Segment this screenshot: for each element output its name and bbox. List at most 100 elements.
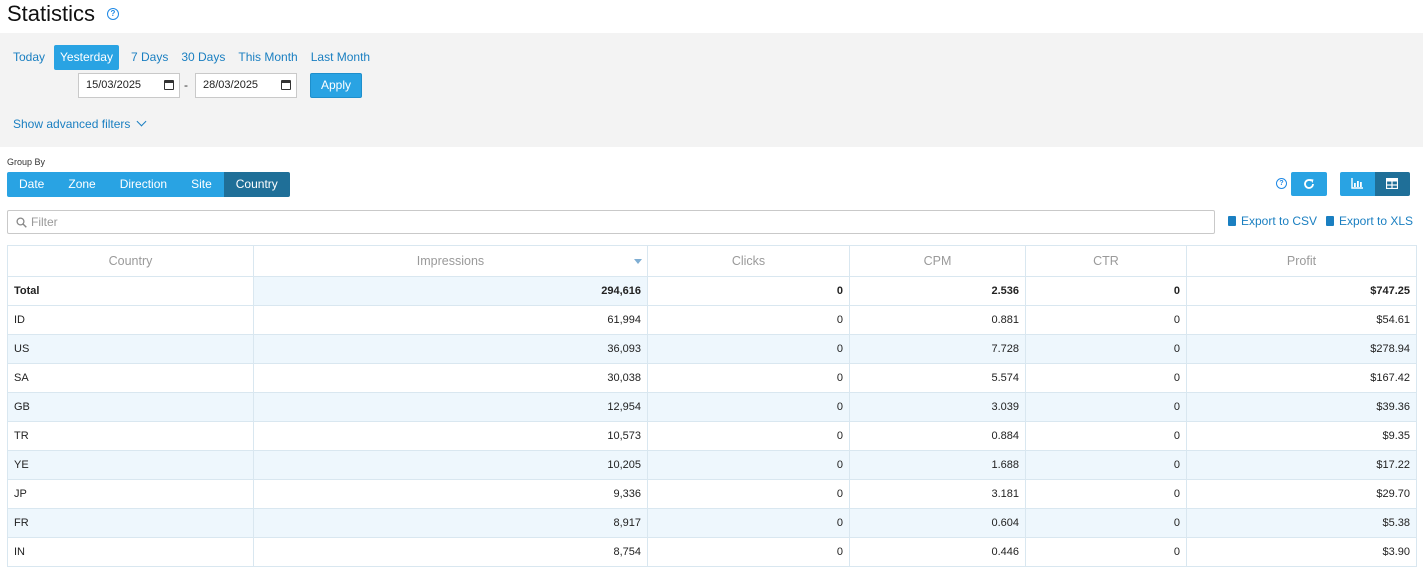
cell-ctr: 0 xyxy=(1025,392,1187,422)
bar-chart-icon xyxy=(1351,178,1363,189)
search-icon xyxy=(16,217,27,228)
cell-cpm: 3.181 xyxy=(849,479,1026,509)
cell-impressions: 8,917 xyxy=(253,508,648,538)
table-row: YE 10,205 0 1.688 0 $17.22 xyxy=(7,450,1417,480)
cell-ctr: 0 xyxy=(1025,537,1187,567)
export-csv-link[interactable]: Export to CSV xyxy=(1228,214,1317,228)
cell-clicks: 0 xyxy=(647,363,850,393)
end-date-value: 28/03/2025 xyxy=(203,79,259,91)
table-view-button[interactable] xyxy=(1375,172,1410,196)
column-header-country[interactable]: Country xyxy=(7,245,254,277)
range-tab-yesterday[interactable]: Yesterday xyxy=(54,45,119,70)
export-xls-link[interactable]: Export to XLS xyxy=(1326,214,1413,228)
cell-impressions: 9,336 xyxy=(253,479,648,509)
date-separator: - xyxy=(184,78,188,92)
cell-ctr: 0 xyxy=(1025,334,1187,364)
cell-profit: $747.25 xyxy=(1186,276,1417,306)
cell-country: FR xyxy=(7,508,254,538)
cell-country: TR xyxy=(7,421,254,451)
group-by-label: Group By xyxy=(7,157,46,167)
group-by-zone[interactable]: Zone xyxy=(56,172,108,197)
cell-profit: $29.70 xyxy=(1186,479,1417,509)
cell-ctr: 0 xyxy=(1025,305,1187,335)
table-row: ID 61,994 0 0.881 0 $54.61 xyxy=(7,305,1417,335)
cell-cpm: 2.536 xyxy=(849,276,1026,306)
column-header-clicks[interactable]: Clicks xyxy=(647,245,850,277)
start-date-value: 15/03/2025 xyxy=(86,79,142,91)
range-tab-today[interactable]: Today xyxy=(7,45,51,70)
cell-clicks: 0 xyxy=(647,421,850,451)
advanced-filters-label: Show advanced filters xyxy=(13,117,131,131)
page-title: Statistics xyxy=(7,1,96,26)
help-icon[interactable]: ? xyxy=(107,8,119,20)
column-header-ctr[interactable]: CTR xyxy=(1025,245,1187,277)
apply-button[interactable]: Apply xyxy=(310,73,362,98)
cell-clicks: 0 xyxy=(647,392,850,422)
cell-ctr: 0 xyxy=(1025,363,1187,393)
cell-profit: $9.35 xyxy=(1186,421,1417,451)
cell-cpm: 7.728 xyxy=(849,334,1026,364)
cell-ctr: 0 xyxy=(1025,421,1187,451)
refresh-icon xyxy=(1304,179,1314,189)
column-header-profit[interactable]: Profit xyxy=(1186,245,1417,277)
cell-ctr: 0 xyxy=(1025,508,1187,538)
group-by-country[interactable]: Country xyxy=(223,172,290,197)
filter-input[interactable] xyxy=(31,212,1201,232)
start-date-input[interactable]: 15/03/2025 xyxy=(78,73,180,98)
refresh-button[interactable] xyxy=(1291,172,1327,196)
view-toggle xyxy=(1340,172,1410,196)
cell-clicks: 0 xyxy=(647,276,850,306)
range-tab-last-month[interactable]: Last Month xyxy=(305,45,376,70)
file-excel-icon xyxy=(1326,216,1334,226)
cell-country: US xyxy=(7,334,254,364)
cell-impressions: 12,954 xyxy=(253,392,648,422)
table-row: SA 30,038 0 5.574 0 $167.42 xyxy=(7,363,1417,393)
table-grid-icon xyxy=(1386,178,1398,189)
cell-impressions: 61,994 xyxy=(253,305,648,335)
cell-profit: $39.36 xyxy=(1186,392,1417,422)
statistics-table: Country Impressions Clicks CPM CTR Profi… xyxy=(7,245,1417,567)
cell-clicks: 0 xyxy=(647,450,850,480)
cell-clicks: 0 xyxy=(647,334,850,364)
cell-impressions: 30,038 xyxy=(253,363,648,393)
table-header-row: Country Impressions Clicks CPM CTR Profi… xyxy=(7,245,1417,277)
cell-profit: $3.90 xyxy=(1186,537,1417,567)
advanced-filters-toggle[interactable]: Show advanced filters xyxy=(13,116,147,131)
date-range-tabs: Today Yesterday 7 Days 30 Days This Mont… xyxy=(7,45,377,70)
table-row: JP 9,336 0 3.181 0 $29.70 xyxy=(7,479,1417,509)
cell-country: SA xyxy=(7,363,254,393)
end-date-input[interactable]: 28/03/2025 xyxy=(195,73,297,98)
range-tab-this-month[interactable]: This Month xyxy=(232,45,303,70)
export-csv-label: Export to CSV xyxy=(1241,214,1318,228)
table-row: IN 8,754 0 0.446 0 $3.90 xyxy=(7,537,1417,567)
table-row: GB 12,954 0 3.039 0 $39.36 xyxy=(7,392,1417,422)
cell-clicks: 0 xyxy=(647,537,850,567)
group-by-site[interactable]: Site xyxy=(179,172,224,197)
range-tab-7-days[interactable]: 7 Days xyxy=(125,45,174,70)
cell-cpm: 3.039 xyxy=(849,392,1026,422)
group-by-direction[interactable]: Direction xyxy=(107,172,180,197)
cell-ctr: 0 xyxy=(1025,276,1187,306)
table-help-icon[interactable]: ? xyxy=(1276,178,1287,189)
sort-desc-icon xyxy=(634,259,642,264)
cell-clicks: 0 xyxy=(647,305,850,335)
filter-panel: Today Yesterday 7 Days 30 Days This Mont… xyxy=(0,33,1423,147)
calendar-icon[interactable] xyxy=(281,80,291,90)
calendar-icon[interactable] xyxy=(164,80,174,90)
cell-country: YE xyxy=(7,450,254,480)
cell-country: Total xyxy=(7,276,254,306)
group-by-date[interactable]: Date xyxy=(7,172,57,197)
table-row: US 36,093 0 7.728 0 $278.94 xyxy=(7,334,1417,364)
chart-view-button[interactable] xyxy=(1340,172,1375,196)
range-tab-30-days[interactable]: 30 Days xyxy=(175,45,231,70)
column-header-cpm[interactable]: CPM xyxy=(849,245,1026,277)
table-row: TR 10,573 0 0.884 0 $9.35 xyxy=(7,421,1417,451)
column-header-impressions[interactable]: Impressions xyxy=(253,245,648,277)
cell-profit: $5.38 xyxy=(1186,508,1417,538)
cell-ctr: 0 xyxy=(1025,450,1187,480)
cell-ctr: 0 xyxy=(1025,479,1187,509)
cell-impressions: 10,205 xyxy=(253,450,648,480)
cell-cpm: 0.446 xyxy=(849,537,1026,567)
filter-search xyxy=(7,210,1215,234)
cell-impressions: 8,754 xyxy=(253,537,648,567)
